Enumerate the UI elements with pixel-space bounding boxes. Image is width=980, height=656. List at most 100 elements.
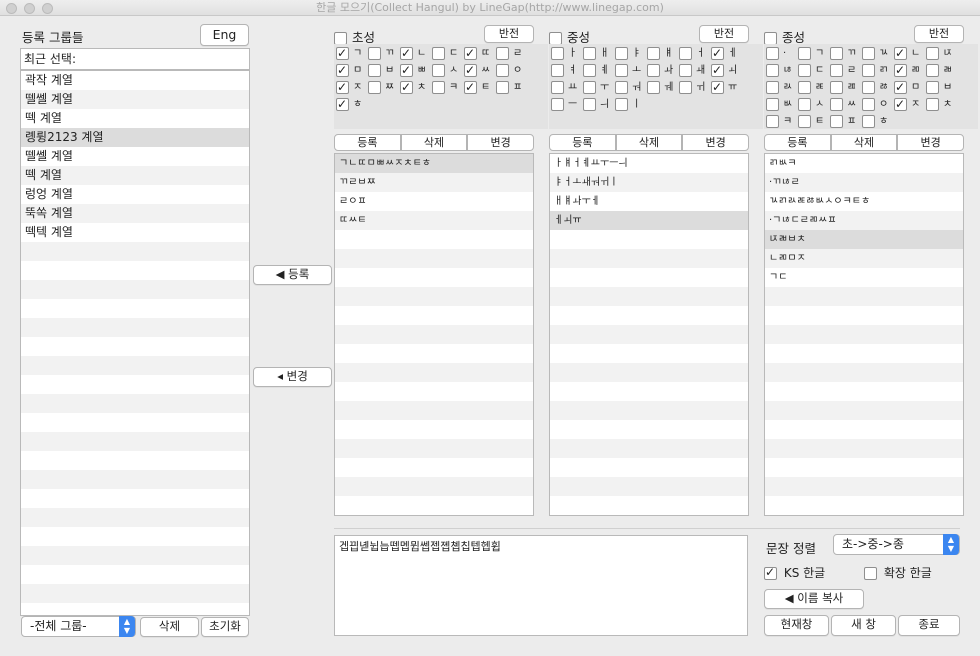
jongseong-jamo-checkbox[interactable] bbox=[862, 98, 875, 111]
choseong-delete-button[interactable]: 삭제 bbox=[400, 134, 468, 151]
jongseong-jamo-option[interactable]: ㄷ bbox=[798, 63, 830, 79]
jongseong-jamo-checkbox[interactable] bbox=[830, 64, 843, 77]
choseong-jamo-option[interactable]: ㅂ bbox=[368, 63, 400, 79]
jongseong-jamo-option[interactable]: ㅀ bbox=[862, 80, 894, 96]
zoom-window-button[interactable] bbox=[42, 3, 53, 14]
choseong-jamo-checkbox[interactable] bbox=[464, 62, 477, 78]
choseong-jamo-option[interactable]: ㅁ bbox=[336, 62, 368, 79]
choseong-jamo-checkbox[interactable] bbox=[496, 47, 509, 60]
ks-hangul-checkbox[interactable] bbox=[764, 565, 777, 580]
jungseong-jamo-checkbox[interactable] bbox=[711, 45, 724, 61]
jungseong-jamo-option[interactable]: ㅕ bbox=[551, 63, 583, 79]
jungseong-change-button[interactable]: 변경 bbox=[682, 134, 750, 151]
jongseong-jamo-checkbox[interactable] bbox=[862, 47, 875, 60]
choseong-jamo-checkbox[interactable] bbox=[432, 81, 445, 94]
minimize-window-button[interactable] bbox=[24, 3, 35, 14]
choseong-jamo-option[interactable]: ㅆ bbox=[464, 62, 496, 79]
choseong-jamo-checkbox[interactable] bbox=[368, 47, 381, 60]
jungseong-invert-button[interactable]: 반전 bbox=[699, 25, 749, 43]
jungseong-jamo-checkbox[interactable] bbox=[615, 98, 628, 111]
jongseong-jamo-checkbox[interactable] bbox=[766, 64, 779, 77]
jungseong-jamo-checkbox[interactable] bbox=[583, 98, 596, 111]
jongseong-list-item[interactable]: ·ㄲㄶㄹ bbox=[765, 173, 963, 192]
jungseong-jamo-checkbox[interactable] bbox=[551, 98, 564, 111]
register-group-button[interactable]: ◀ 등록 bbox=[253, 265, 332, 285]
choseong-jamo-option[interactable]: ㄴ bbox=[400, 45, 432, 62]
choseong-jamo-checkbox[interactable] bbox=[432, 47, 445, 60]
jongseong-jamo-option[interactable]: ㄹ bbox=[830, 63, 862, 79]
group-reset-button[interactable]: 초기화 bbox=[201, 617, 249, 637]
new-window-button[interactable]: 새 창 bbox=[831, 615, 896, 636]
jungseong-jamo-option[interactable]: ㅐ bbox=[583, 46, 615, 62]
jungseong-jamo-option[interactable]: ㅟ bbox=[679, 80, 711, 96]
jongseong-jamo-option[interactable]: ㄻ bbox=[894, 62, 926, 79]
jongseong-jamo-option[interactable]: ㅌ bbox=[798, 114, 830, 130]
choseong-jamo-checkbox[interactable] bbox=[400, 62, 413, 78]
choseong-jamo-option[interactable]: ㅍ bbox=[496, 80, 528, 96]
extended-hangul-option[interactable]: 확장 한글 bbox=[864, 564, 932, 581]
jungseong-jamo-option[interactable]: ㅞ bbox=[647, 80, 679, 96]
jongseong-jamo-checkbox[interactable] bbox=[798, 64, 811, 77]
jongseong-jamo-checkbox[interactable] bbox=[798, 47, 811, 60]
jungseong-jamo-option[interactable]: ㅓ bbox=[679, 46, 711, 62]
group-delete-button[interactable]: 삭제 bbox=[140, 617, 199, 637]
jungseong-combination-list[interactable]: ㅏㅒㅓㅖㅛㅜㅡㅢ ㅑㅓㅗㅙㅝㅟㅣ ㅐㅒㅘㅜㅔ ㅔㅚㅠ bbox=[549, 153, 749, 516]
jungseong-delete-button[interactable]: 삭제 bbox=[615, 134, 683, 151]
jungseong-jamo-option[interactable]: ㅜ bbox=[583, 80, 615, 96]
jongseong-jamo-option[interactable]: ㅍ bbox=[830, 114, 862, 130]
jongseong-jamo-checkbox[interactable] bbox=[830, 47, 843, 60]
choseong-jamo-checkbox[interactable] bbox=[432, 64, 445, 77]
jongseong-jamo-checkbox[interactable] bbox=[894, 62, 907, 78]
jongseong-jamo-option[interactable]: ㅋ bbox=[766, 114, 798, 130]
choseong-jamo-checkbox[interactable] bbox=[496, 81, 509, 94]
group-list-item[interactable]: 렁엉 계열 bbox=[21, 185, 249, 204]
quit-button[interactable]: 종료 bbox=[898, 615, 960, 636]
jongseong-jamo-option[interactable]: ㄵ bbox=[926, 46, 958, 62]
jungseong-jamo-option[interactable]: ㅠ bbox=[711, 79, 743, 96]
jungseong-jamo-checkbox[interactable] bbox=[679, 81, 692, 94]
jungseong-jamo-checkbox[interactable] bbox=[647, 81, 660, 94]
jungseong-jamo-option[interactable]: ㅚ bbox=[711, 62, 743, 79]
jungseong-jamo-option[interactable]: ㅢ bbox=[583, 97, 615, 113]
jongseong-jamo-checkbox[interactable] bbox=[894, 96, 907, 112]
jongseong-jamo-option[interactable]: ㅄ bbox=[766, 97, 798, 113]
jongseong-jamo-option[interactable]: ㄲ bbox=[830, 46, 862, 62]
jungseong-jamo-checkbox[interactable] bbox=[647, 47, 660, 60]
group-list-item[interactable]: 곽작 계열 bbox=[21, 71, 249, 90]
group-list[interactable]: 곽작 계열 뗄쎌 계열 떽 계열 롕륑2123 계열 뗄쎌 계열 떽 계열 렁엉 계열 뚝쏙 … bbox=[20, 70, 250, 616]
jungseong-jamo-option[interactable]: ㅝ bbox=[615, 80, 647, 96]
jongseong-list-item[interactable]: ㄱㄷ bbox=[765, 268, 963, 287]
choseong-jamo-option[interactable]: ㅉ bbox=[368, 80, 400, 96]
jungseong-register-button[interactable]: 등록 bbox=[549, 134, 616, 151]
choseong-invert-button[interactable]: 반전 bbox=[484, 25, 534, 43]
group-list-item[interactable]: 떽 계열 bbox=[21, 109, 249, 128]
jongseong-register-button[interactable]: 등록 bbox=[764, 134, 831, 151]
jongseong-jamo-option[interactable]: ㄺ bbox=[862, 63, 894, 79]
jongseong-jamo-option[interactable]: · bbox=[766, 46, 798, 62]
jongseong-jamo-option[interactable]: ㅈ bbox=[894, 96, 926, 113]
choseong-jamo-option[interactable]: ㄱ bbox=[336, 45, 368, 62]
sort-order-select[interactable]: 초->중->종 ▲ ▼ bbox=[833, 534, 960, 555]
jongseong-jamo-option[interactable]: ㅂ bbox=[926, 80, 958, 96]
jungseong-jamo-checkbox[interactable] bbox=[551, 64, 564, 77]
jongseong-jamo-checkbox[interactable] bbox=[798, 98, 811, 111]
jungseong-jamo-option[interactable]: ㅒ bbox=[647, 46, 679, 62]
choseong-jamo-option[interactable]: ㄹ bbox=[496, 46, 528, 62]
jungseong-jamo-option[interactable]: ㅛ bbox=[551, 80, 583, 96]
change-group-button[interactable]: ◂ 변경 bbox=[253, 367, 332, 387]
jungseong-jamo-checkbox[interactable] bbox=[615, 47, 628, 60]
choseong-jamo-option[interactable]: ㄲ bbox=[368, 46, 400, 62]
jungseong-jamo-option[interactable]: ㅖ bbox=[583, 63, 615, 79]
jongseong-jamo-checkbox[interactable] bbox=[926, 98, 939, 111]
jongseong-jamo-checkbox[interactable] bbox=[862, 64, 875, 77]
jungseong-jamo-checkbox[interactable] bbox=[583, 47, 596, 60]
result-text-area[interactable]: 겝끱녣뉩늡뗍멥뮙쎕젭졥쳽칩텝헵휩 bbox=[334, 535, 748, 636]
choseong-list-item[interactable]: ㄱㄴㄸㅁㅃㅆㅈㅊㅌㅎ bbox=[335, 154, 533, 173]
jongseong-jamo-option[interactable]: ㄶ bbox=[766, 63, 798, 79]
jungseong-jamo-checkbox[interactable] bbox=[615, 81, 628, 94]
choseong-jamo-checkbox[interactable] bbox=[400, 79, 413, 95]
jungseong-jamo-option[interactable]: ㅣ bbox=[615, 97, 647, 113]
choseong-change-button[interactable]: 변경 bbox=[467, 134, 535, 151]
choseong-jamo-option[interactable]: ㅌ bbox=[464, 79, 496, 96]
choseong-jamo-checkbox[interactable] bbox=[496, 64, 509, 77]
